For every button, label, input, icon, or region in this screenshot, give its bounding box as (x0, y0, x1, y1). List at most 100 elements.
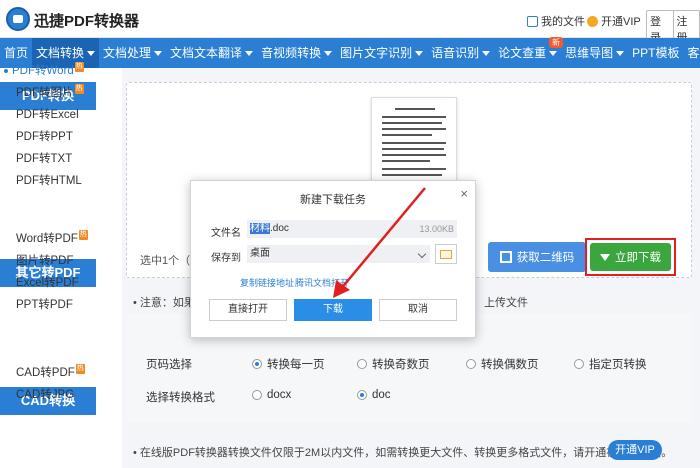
nav-item-6[interactable]: 语音识别 (427, 38, 494, 68)
sidebar-item-label: PDF转TXT (16, 153, 73, 165)
download-icon (600, 253, 610, 261)
sidebar-item[interactable]: PDF转图片热 (16, 84, 84, 100)
radio-even-pages[interactable]: 转换偶数页 (466, 356, 539, 372)
upload-note-tail: 上传文件 (484, 297, 528, 309)
nav-item-label: 首页 (4, 46, 29, 60)
size-limit-note: • 在线版PDF转换器转换文件仅限于2M以内文件，如需转换更大文件、转换更多格式… (133, 447, 673, 459)
nav-item-4[interactable]: 音视频转换 (257, 38, 336, 68)
open-directly-button[interactable]: 直接打开 (209, 299, 287, 321)
file-icon (527, 15, 538, 27)
saveto-select[interactable]: 桌面 (247, 245, 430, 263)
sidebar-item[interactable]: Excel转PDF (16, 274, 79, 290)
qr-button-label: 获取二维码 (516, 252, 575, 264)
nav-item-label: 音视频转换 (261, 46, 322, 60)
sidebar-item-label: PDF转PPT (16, 131, 73, 143)
sidebar-item-label: PDF转图片 (16, 87, 74, 99)
nav-item-label: PPT模板 (632, 46, 680, 60)
folder-icon (440, 249, 452, 259)
nav-item-8[interactable]: 思维导图 (561, 38, 628, 68)
sidebar-item[interactable]: PDF转Word 热 (4, 62, 84, 78)
caret-down-icon (616, 51, 625, 57)
sidebar-item-label: PDF转HTML (16, 175, 82, 187)
sidebar-item[interactable]: PDF转Excel (16, 106, 79, 122)
main-nav: 首页 文档转换 文档处理 文档文本翻译 音视频转换 图片文字识别 语音识别 论文查重新思维导图… (0, 37, 700, 68)
dialog-cancel-button[interactable]: 取消 (379, 299, 457, 321)
active-dot-icon (4, 68, 8, 73)
sidebar-item[interactable]: PDF转TXT (16, 150, 72, 166)
caret-down-icon (154, 51, 163, 57)
nav-item-3[interactable]: 文档文本翻译 (166, 38, 257, 68)
hot-badge-icon: 热 (78, 230, 88, 240)
sidebar-item-label: Word转PDF (16, 233, 78, 245)
nav-item-label: 文档处理 (103, 46, 152, 60)
sidebar-item[interactable]: PDF转HTML (16, 172, 82, 188)
copy-link-button[interactable]: 复制链接地址 (240, 276, 294, 289)
download-now-label: 立即下载 (615, 252, 661, 264)
nav-item-label: 文档转换 (36, 46, 85, 60)
download-now-button[interactable]: 立即下载 (590, 243, 671, 271)
sidebar-item-label: CAD转PDF (16, 367, 75, 379)
filename-ext: .doc (270, 223, 289, 234)
size-limit-text: 在线版PDF转换器转换文件仅限于2M以内文件，如需转换更大文件、转换更多格式文件… (139, 447, 673, 459)
sidebar: PDF转换 PDF转Word 热 PDF转图片热 PDF转Excel PDF转PPT PDF… (0, 62, 122, 468)
radio-specific-pages[interactable]: 指定页转换 (574, 356, 647, 372)
format-select-label: 选择转换格式 (146, 392, 215, 404)
sidebar-item[interactable]: PDF转PPT (16, 128, 73, 144)
get-qrcode-button[interactable]: 获取二维码 (488, 242, 586, 272)
nav-item-label: 论文查重 (498, 46, 547, 60)
filename-label: 文件名 (211, 228, 241, 239)
caret-down-icon (87, 51, 96, 57)
sidebar-item-label: Excel转PDF (16, 277, 79, 289)
sidebar-item[interactable]: 图片转PDF (16, 252, 74, 268)
my-files-link[interactable]: 我的文件 (527, 13, 585, 29)
filename-input[interactable]: 材料.doc 13.00KB (247, 220, 457, 238)
note-prefix: 注意：如果 (139, 297, 195, 309)
open-vip-button[interactable]: 开通VIP (608, 440, 662, 460)
sidebar-item-label: CAD转JPG (16, 389, 75, 401)
upload-note: • 注意：如果 (133, 297, 195, 309)
radio-docx[interactable]: docx (252, 389, 291, 401)
nav-item-7[interactable]: 论文查重新 (494, 37, 564, 68)
nav-item-label: 图片文字识别 (340, 46, 413, 60)
sidebar-item[interactable]: CAD转PDF 热 (16, 364, 85, 380)
top-header: 迅捷PDF转换器 我的文件 开通VIP 登录 注册 (0, 0, 700, 48)
nav-item-label: 思维导图 (565, 46, 614, 60)
caret-down-icon (482, 51, 491, 57)
dialog-title: 新建下载任务 (300, 194, 366, 206)
sidebar-item[interactable]: CAD转JPG (16, 386, 74, 402)
filesize: 13.00KB (419, 224, 454, 234)
browse-folder-button[interactable] (435, 244, 457, 264)
app-title: 迅捷PDF转换器 (34, 13, 140, 30)
radio-odd-pages[interactable]: 转换奇数页 (357, 356, 430, 372)
sidebar-item-label: 图片转PDF (16, 255, 74, 267)
caret-down-icon (549, 51, 558, 57)
nav-item-10[interactable]: 客户端 (683, 38, 700, 68)
chevron-down-icon (417, 249, 427, 259)
sidebar-item-label: PDF转Word (12, 65, 74, 77)
saveto-value: 桌面 (250, 248, 270, 259)
nav-item-9[interactable]: PPT模板 (628, 38, 683, 68)
app-logo-icon (6, 7, 30, 31)
nav-item-2[interactable]: 文档处理 (99, 38, 166, 68)
nav-item-5[interactable]: 图片文字识别 (336, 38, 427, 68)
close-icon[interactable]: × (460, 186, 468, 201)
sidebar-item[interactable]: Word转PDF 热 (16, 230, 88, 246)
tencent-docs-open-button[interactable]: 腾讯文档打开 (295, 276, 349, 289)
nav-item-label: 文档文本翻译 (170, 46, 243, 60)
nav-item-label: 语音识别 (431, 46, 480, 60)
sidebar-item[interactable]: PPT转PDF (16, 296, 73, 312)
radio-every-page[interactable]: 转换每一页 (252, 356, 325, 372)
crown-icon (587, 15, 598, 27)
page-select-label: 页码选择 (146, 359, 192, 371)
radio-doc[interactable]: doc (357, 389, 391, 401)
qrcode-icon (499, 251, 512, 263)
hot-badge-icon: 热 (75, 364, 85, 374)
hot-badge-icon: 热 (74, 84, 84, 94)
saveto-label: 保存到 (211, 253, 241, 264)
dialog-download-button[interactable]: 下载 (294, 299, 372, 321)
nav-item-label: 客户端 (687, 46, 700, 60)
sidebar-item-label: PDF转Excel (16, 109, 79, 121)
sidebar-item-label: PPT转PDF (16, 299, 73, 311)
open-vip-link[interactable]: 开通VIP (587, 13, 641, 29)
open-vip-label: 开通VIP (601, 16, 641, 28)
